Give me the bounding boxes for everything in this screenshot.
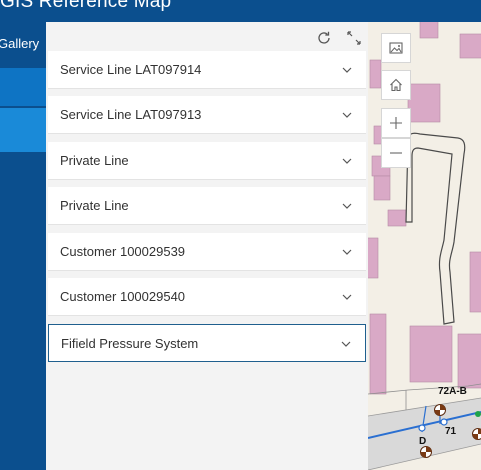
building: [368, 237, 379, 279]
basemap-gallery-button[interactable]: [381, 33, 411, 63]
chevron-down-icon: [341, 341, 351, 347]
nav-item-1[interactable]: [0, 68, 46, 106]
meter-symbol: [420, 446, 432, 458]
address-number-label: 71: [445, 426, 457, 437]
home-button[interactable]: [381, 70, 411, 100]
nav-item-gallery[interactable]: Gallery: [0, 22, 46, 66]
result-item-private-line-2[interactable]: Private Line: [48, 187, 366, 225]
result-item-customer-1[interactable]: Customer 100029539: [48, 233, 366, 271]
building: [469, 251, 481, 313]
chevron-down-icon: [342, 67, 352, 73]
building: [459, 33, 481, 59]
panel-toolbar: [314, 27, 364, 49]
meter-symbol: [434, 404, 446, 416]
app-title: GIS Reference Map: [0, 0, 172, 12]
expand-button[interactable]: [344, 28, 364, 48]
result-item-pressure-system[interactable]: Fifield Pressure System: [48, 324, 366, 362]
result-item-service-line-2[interactable]: Service Line LAT097913: [48, 96, 366, 134]
address-label: 72A-B: [438, 386, 467, 397]
chevron-down-icon: [342, 203, 352, 209]
result-item-label: Fifield Pressure System: [61, 336, 199, 351]
chevron-down-icon: [342, 112, 352, 118]
result-item-customer-2[interactable]: Customer 100029540: [48, 278, 366, 316]
line-letter-label: D: [419, 436, 426, 447]
network-node: [418, 424, 426, 432]
expand-icon: [347, 31, 361, 45]
building: [457, 333, 481, 389]
building: [387, 209, 407, 227]
result-item-service-line-1[interactable]: Service Line LAT097914: [48, 51, 366, 89]
nav-item-2[interactable]: [0, 108, 46, 152]
building: [407, 83, 441, 123]
result-item-label: Service Line LAT097914: [60, 62, 202, 77]
plus-icon: [390, 117, 402, 129]
building: [369, 313, 387, 395]
result-item-label: Customer 100029539: [60, 244, 186, 259]
meter-symbol: [472, 428, 481, 440]
network-node-green: [475, 411, 481, 417]
network-node: [440, 418, 448, 426]
result-item-label: Customer 100029540: [60, 289, 186, 304]
building: [373, 175, 391, 201]
image-icon: [389, 42, 403, 54]
parcel-outline: [405, 132, 466, 325]
building: [369, 59, 382, 89]
result-item-label: Private Line: [60, 198, 129, 213]
identify-panel: Service Line LAT097914 Service Line LAT0…: [46, 22, 368, 470]
result-item-label: Private Line: [60, 153, 129, 168]
zoom-out-button[interactable]: [381, 138, 411, 168]
minus-icon: [390, 152, 402, 154]
home-icon: [390, 78, 402, 92]
refresh-button[interactable]: [314, 28, 334, 48]
map-view[interactable]: 72A-B 71 D: [368, 22, 481, 470]
zoom-in-button[interactable]: [381, 108, 411, 138]
chevron-down-icon: [342, 249, 352, 255]
chevron-down-icon: [342, 158, 352, 164]
building: [419, 22, 439, 39]
nav-item-gallery-label: Gallery: [0, 36, 40, 51]
building: [409, 325, 453, 383]
refresh-icon: [318, 31, 330, 44]
app-header: GIS Reference Map: [0, 0, 481, 22]
result-item-private-line-1[interactable]: Private Line: [48, 142, 366, 180]
chevron-down-icon: [342, 294, 352, 300]
result-item-label: Service Line LAT097913: [60, 107, 202, 122]
left-nav: Gallery: [0, 22, 46, 470]
